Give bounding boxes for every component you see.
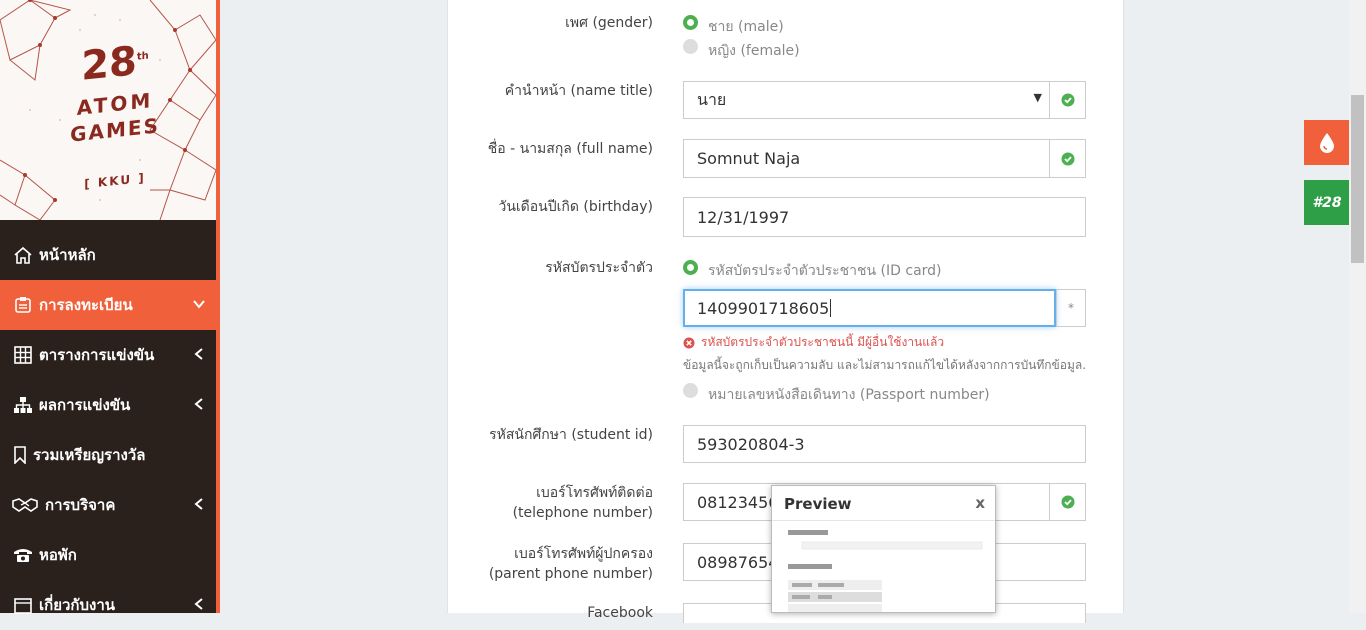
- error-circle-icon: [683, 337, 695, 348]
- fullname-input[interactable]: Somnut Naja: [683, 139, 1086, 178]
- required-addon: *: [1056, 289, 1086, 327]
- idcard-input-group: 1409901718605 *: [683, 289, 1086, 327]
- calendar-icon: [11, 595, 35, 615]
- passport-radio[interactable]: [683, 383, 698, 398]
- gender-female-label: หญิง (female): [708, 43, 800, 59]
- telephone-label: เบอร์โทรศัพท์ติดต่อ (telephone number): [447, 483, 653, 523]
- idcard-error-text: รหัสบัตรประจำตัวประชาชนนี้ มีผู้อื่นใช้ง…: [701, 335, 945, 349]
- nav-label: หอพัก: [39, 546, 77, 564]
- preview-thumbnail: [784, 524, 984, 612]
- student-id-value: 593020804-3: [697, 434, 805, 454]
- nav-dormitory[interactable]: หอพัก: [0, 530, 216, 580]
- id-card-icon: [11, 295, 35, 315]
- title-select[interactable]: นาย ▼: [683, 81, 1086, 119]
- sitemap-icon: [11, 395, 35, 415]
- hashtag-28-button[interactable]: #28: [1304, 180, 1350, 225]
- idcard-value: 1409901718605: [697, 298, 830, 318]
- preview-divider: [772, 520, 995, 521]
- nav-label: ตารางการแข่งขัน: [39, 346, 155, 364]
- nav-label: หน้าหลัก: [39, 246, 96, 264]
- preview-document-graphic: [788, 530, 983, 612]
- idcard-note: ข้อมูลนี้จะถูกเก็บเป็นความลับ และไม่สามา…: [683, 358, 1087, 372]
- idcard-error: รหัสบัตรประจำตัวประชาชนนี้ มีผู้อื่นใช้ง…: [683, 333, 944, 352]
- preview-close-button[interactable]: x: [975, 494, 985, 512]
- check-circle-icon: [1061, 495, 1074, 509]
- idcard-input[interactable]: 1409901718605: [683, 289, 1056, 327]
- facebook-label: Facebook: [587, 605, 653, 621]
- birthday-input[interactable]: 12/31/1997: [683, 197, 1086, 237]
- telephone-label-line2: (telephone number): [512, 505, 653, 521]
- fullname-value: Somnut Naja: [697, 149, 801, 168]
- home-icon: [11, 245, 35, 265]
- idcard-option-label: รหัสบัตรประจำตัวประชาชน (ID card): [708, 263, 942, 279]
- gender-label: เพศ (gender): [565, 15, 653, 31]
- idcard-radio[interactable]: [683, 260, 698, 275]
- nav-about[interactable]: เกี่ยวกับงาน: [0, 580, 216, 630]
- logo-suffix: th: [136, 50, 149, 63]
- student-id-label: รหัสนักศึกษา (student id): [489, 427, 653, 443]
- telephone-valid-addon: [1049, 484, 1085, 520]
- handshake-icon: [11, 495, 39, 515]
- atom-games-logo[interactable]: 28th ATOM GAMES [ KKU ]: [0, 0, 216, 220]
- nav-registration[interactable]: การลงทะเบียน: [0, 280, 216, 330]
- title-select-value: นาย: [697, 89, 727, 109]
- nav-label: เกี่ยวกับงาน: [39, 596, 116, 614]
- logo-number-text: 28: [81, 38, 137, 90]
- nav-schedule[interactable]: ตารางการแข่งขัน: [0, 330, 216, 380]
- nav-label: ผลการแข่งขัน: [39, 396, 131, 414]
- passport-option-label: หมายเลขหนังสือเดินทาง (Passport number): [708, 387, 990, 403]
- preview-popup: Preview x: [771, 485, 996, 613]
- nav-label: การบริจาค: [45, 496, 116, 514]
- logo-number: 28th: [70, 33, 160, 90]
- chevron-left-icon: [194, 398, 203, 410]
- title-valid-addon: [1049, 82, 1085, 118]
- chevron-left-icon: [194, 498, 203, 510]
- page-scrollbar[interactable]: [1349, 0, 1366, 613]
- chevron-left-icon: [194, 348, 203, 360]
- table-icon: [11, 345, 35, 365]
- check-circle-icon: [1061, 93, 1074, 107]
- gender-female-radio[interactable]: [683, 39, 698, 54]
- gender-male-radio[interactable]: [683, 15, 698, 30]
- parent-phone-label: เบอร์โทรศัพท์ผู้ปกครอง (parent phone num…: [447, 544, 653, 584]
- text-cursor: [830, 299, 832, 317]
- check-circle-icon: [1061, 152, 1074, 165]
- caret-down-icon: ▼: [1033, 91, 1042, 104]
- idcard-label: รหัสบัตรประจำตัว: [545, 260, 653, 276]
- nav-medals[interactable]: รวมเหรียญรางวัล: [0, 430, 216, 480]
- phone-icon: [11, 545, 35, 565]
- student-id-input[interactable]: 593020804-3: [683, 425, 1086, 463]
- birthday-value: 12/31/1997: [697, 207, 790, 227]
- nav-label: การลงทะเบียน: [39, 296, 133, 314]
- telephone-label-line1: เบอร์โทรศัพท์ติดต่อ: [536, 485, 653, 501]
- sidebar: 28th ATOM GAMES [ KKU ] หน้าหลัก การลงทะ…: [0, 0, 220, 614]
- chevron-down-icon: [193, 300, 205, 309]
- nav-home[interactable]: หน้าหลัก: [0, 230, 216, 280]
- birthday-label: วันเดือนปีเกิด (birthday): [498, 199, 653, 215]
- chevron-left-icon: [194, 598, 203, 610]
- scrollbar-thumb[interactable]: [1351, 95, 1364, 263]
- parent-phone-label-line2: (parent phone number): [488, 566, 653, 582]
- gender-male-label: ชาย (male): [708, 19, 784, 35]
- fullname-valid-addon: [1049, 140, 1085, 177]
- blood-drop-icon: [1320, 132, 1334, 153]
- bookmark-icon: [11, 445, 29, 465]
- parent-phone-label-line1: เบอร์โทรศัพท์ผู้ปกครอง: [514, 546, 653, 562]
- nav-donation[interactable]: การบริจาค: [0, 480, 216, 530]
- nav-results[interactable]: ผลการแข่งขัน: [0, 380, 216, 430]
- fullname-label: ชื่อ - นามสกุล (full name): [487, 141, 653, 157]
- title-label: คำนำหน้า (name title): [504, 83, 653, 99]
- blood-drop-button[interactable]: [1304, 120, 1350, 165]
- nav-label: รวมเหรียญรางวัล: [33, 446, 146, 464]
- preview-title: Preview: [784, 495, 852, 513]
